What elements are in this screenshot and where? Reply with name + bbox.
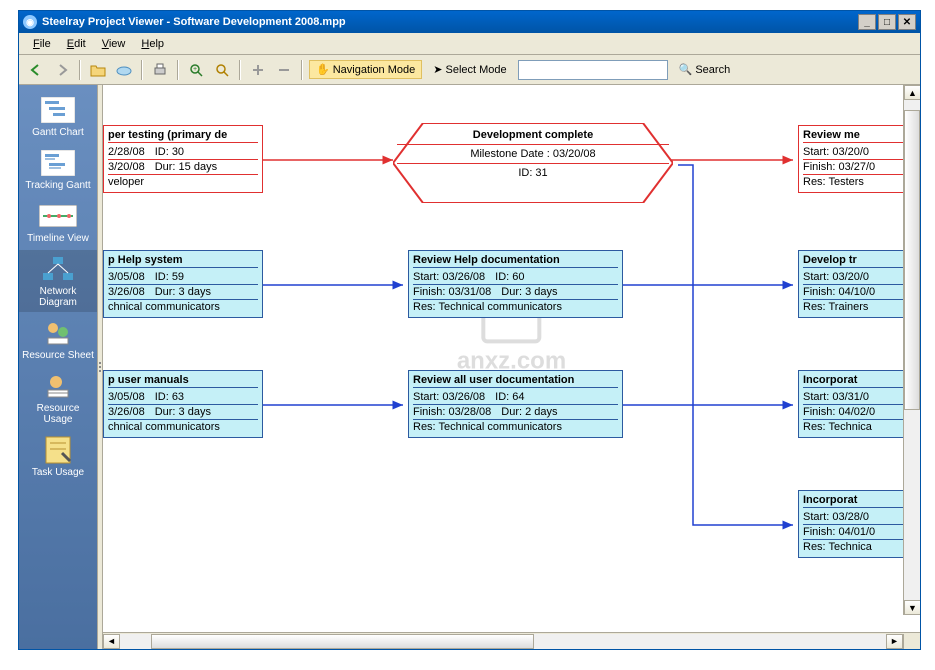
tracking-gantt-icon [39,148,77,178]
select-mode-button[interactable]: ➤ Select Mode [426,60,513,79]
resource-sheet-icon [39,318,77,348]
task-node[interactable]: Review me Start: 03/20/0 Finish: 03/27/0… [798,125,908,193]
sidebar-item-gantt[interactable]: Gantt Chart [19,91,97,142]
main-area: Gantt Chart Tracking Gantt Timeline View… [19,85,920,649]
task-node[interactable]: p Help system 3/05/08ID: 59 3/26/08Dur: … [103,250,263,318]
resource-usage-icon [39,371,77,401]
sidebar-item-timeline[interactable]: Timeline View [19,197,97,248]
zoom-in-button[interactable]: + [185,59,207,81]
expand-button[interactable] [247,59,269,81]
timeline-icon [39,201,77,231]
zoom-out-button[interactable] [211,59,233,81]
toolbar: + ✋ Navigation Mode ➤ Select Mode 🔍 Sear… [19,55,920,85]
horizontal-scrollbar[interactable]: ◄ ► [103,632,920,649]
sidebar-item-tracking[interactable]: Tracking Gantt [19,144,97,195]
sidebar-item-task-usage[interactable]: Task Usage [19,431,97,482]
scroll-left-button[interactable]: ◄ [103,634,120,649]
network-canvas[interactable]: anxz.com per testing (primary de 2/28/08… [103,85,920,632]
view-sidebar: Gantt Chart Tracking Gantt Timeline View… [19,85,97,649]
gantt-icon [39,95,77,125]
milestone-node[interactable]: Development complete Milestone Date : 03… [393,123,673,206]
task-usage-icon [39,435,77,465]
open-button[interactable] [87,59,109,81]
cursor-icon: ➤ [433,63,442,76]
back-button[interactable] [25,59,47,81]
print-button[interactable] [149,59,171,81]
canvas-wrap: anxz.com per testing (primary de 2/28/08… [103,85,920,649]
search-button[interactable]: 🔍 Search [672,60,738,79]
menu-file[interactable]: File [25,36,59,52]
maximize-button[interactable]: □ [878,14,896,30]
sidebar-item-resource-sheet[interactable]: Resource Sheet [19,314,97,365]
app-icon: ◉ [23,15,37,29]
task-node[interactable]: Incorporat Start: 03/28/0 Finish: 04/01/… [798,490,908,558]
menu-view[interactable]: View [94,36,134,52]
task-node[interactable]: Incorporat Start: 03/31/0 Finish: 04/02/… [798,370,908,438]
task-node[interactable]: p user manuals 3/05/08ID: 63 3/26/08Dur:… [103,370,263,438]
task-node[interactable]: per testing (primary de 2/28/08ID: 30 3/… [103,125,263,193]
forward-button[interactable] [51,59,73,81]
task-node[interactable]: Develop tr Start: 03/20/0 Finish: 04/10/… [798,250,908,318]
navigation-mode-button[interactable]: ✋ Navigation Mode [309,60,422,79]
menubar: File Edit View Help [19,33,920,55]
menu-help[interactable]: Help [133,36,172,52]
search-icon: 🔍 [679,63,693,76]
app-window: ◉ Steelray Project Viewer - Software Dev… [18,10,921,650]
search-input[interactable] [518,60,668,80]
minimize-button[interactable]: _ [858,14,876,30]
titlebar: ◉ Steelray Project Viewer - Software Dev… [19,11,920,33]
network-diagram-icon [39,254,77,284]
vscroll-thumb[interactable] [904,110,920,410]
hscroll-thumb[interactable] [151,634,534,649]
svg-text:+: + [193,66,197,73]
task-node[interactable]: Review Help documentation Start: 03/26/0… [408,250,623,318]
vertical-scrollbar[interactable]: ▲ ▼ [903,85,920,615]
menu-edit[interactable]: Edit [59,36,94,52]
sidebar-item-resource-usage[interactable]: Resource Usage [19,367,97,429]
hand-icon: ✋ [316,63,330,76]
sidebar-item-network[interactable]: Network Diagram [19,250,97,312]
collapse-button[interactable] [273,59,295,81]
scroll-up-button[interactable]: ▲ [904,85,920,100]
window-title: Steelray Project Viewer - Software Devel… [42,16,856,28]
scroll-down-button[interactable]: ▼ [904,600,920,615]
scroll-right-button[interactable]: ► [886,634,903,649]
close-button[interactable]: ✕ [898,14,916,30]
task-node[interactable]: Review all user documentation Start: 03/… [408,370,623,438]
cloud-open-button[interactable] [113,59,135,81]
